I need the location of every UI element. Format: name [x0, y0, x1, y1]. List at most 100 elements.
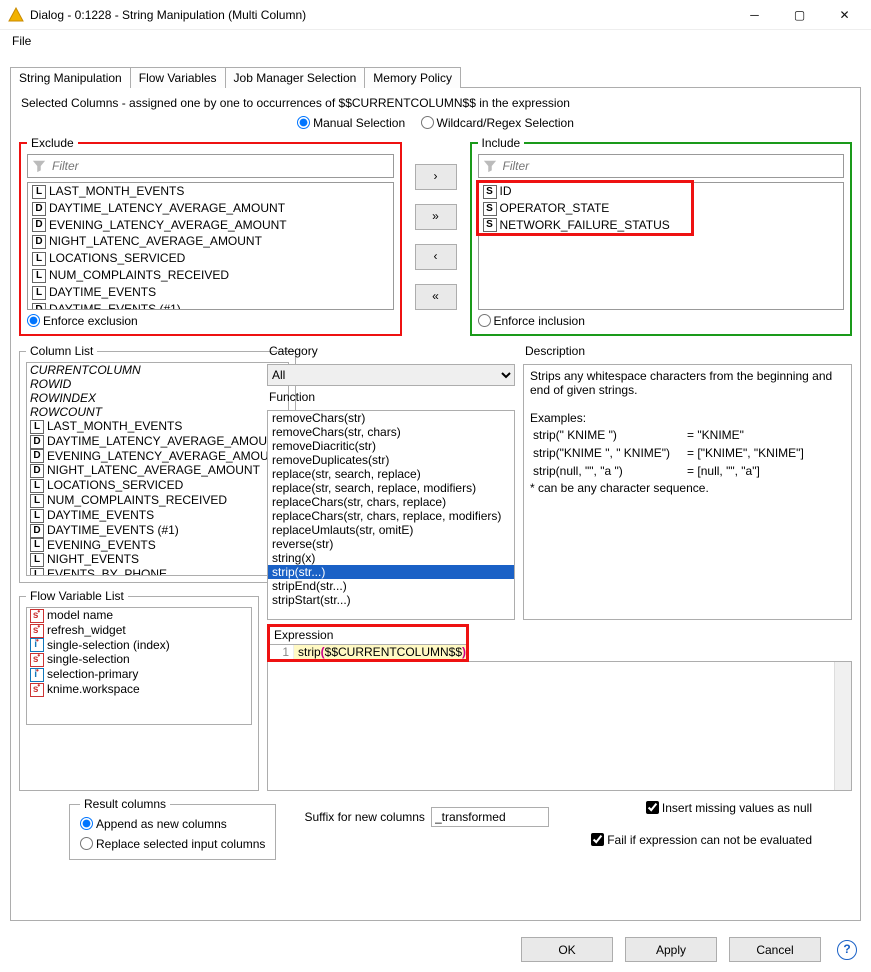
list-item[interactable]: s•model name — [27, 608, 251, 623]
tab-memory-policy[interactable]: Memory Policy — [364, 67, 461, 88]
function-item[interactable]: replaceChars(str, chars, replace, modifi… — [268, 509, 514, 523]
exclude-list[interactable]: LLAST_MONTH_EVENTSDDAYTIME_LATENCY_AVERA… — [27, 182, 394, 310]
exclude-title: Exclude — [27, 136, 78, 150]
function-item[interactable]: replaceUmlauts(str, omitE) — [268, 523, 514, 537]
expr-gutter: 1 — [270, 645, 294, 659]
filter-icon — [32, 159, 46, 173]
column-list[interactable]: CURRENTCOLUMNROWIDROWINDEXROWCOUNTLLAST_… — [26, 362, 289, 576]
function-item[interactable]: strip(str...) — [268, 565, 514, 579]
list-item[interactable]: LDAYTIME_EVENTS — [27, 508, 288, 523]
list-item[interactable]: s•knime.workspace — [27, 682, 251, 697]
list-item[interactable]: DDAYTIME_EVENTS (#1) — [28, 301, 393, 310]
desc-line: Strips any whitespace characters from th… — [530, 369, 845, 397]
list-item[interactable]: DDAYTIME_LATENCY_AVERAGE_AMOUNT — [27, 434, 288, 449]
move-right-button[interactable]: › — [415, 164, 457, 190]
list-item[interactable]: LNIGHT_EVENTS — [27, 552, 288, 567]
list-item[interactable]: LLOCATIONS_SERVICED — [28, 250, 393, 267]
function-item[interactable]: stripEnd(str...) — [268, 579, 514, 593]
list-item[interactable]: SOPERATOR_STATE — [479, 200, 844, 217]
list-item[interactable]: LLAST_MONTH_EVENTS — [27, 419, 288, 434]
list-item[interactable]: LEVENTS_BY_PHONE — [27, 567, 288, 576]
check-missing[interactable]: Insert missing values as null — [646, 801, 812, 815]
list-item[interactable]: DNIGHT_LATENC_AVERAGE_AMOUNT — [28, 233, 393, 250]
list-item[interactable]: i•selection-primary — [27, 667, 251, 682]
list-item[interactable]: s•single-selection — [27, 652, 251, 667]
list-item[interactable]: LLAST_MONTH_EVENTS — [28, 183, 393, 200]
list-item[interactable]: DEVENING_LATENCY_AVERAGE_AMOUNT — [27, 449, 288, 464]
maximize-button[interactable]: ▢ — [777, 0, 822, 29]
include-filter-input[interactable] — [501, 158, 840, 174]
tab-flow-variables[interactable]: Flow Variables — [130, 67, 226, 88]
move-all-right-button[interactable]: » — [415, 204, 457, 230]
expression-editor[interactable]: strip($$CURRENTCOLUMN$$) — [294, 645, 466, 659]
list-item[interactable]: ROWID — [27, 377, 288, 391]
result-columns-title: Result columns — [80, 797, 170, 811]
list-item[interactable]: LDAYTIME_EVENTS — [28, 284, 393, 301]
list-item[interactable]: SNETWORK_FAILURE_STATUS — [479, 217, 844, 234]
function-item[interactable]: removeDiacritic(str) — [268, 439, 514, 453]
titlebar: Dialog - 0:1228 - String Manipulation (M… — [0, 0, 871, 30]
function-item[interactable]: removeChars(str) — [268, 411, 514, 425]
function-item[interactable]: removeDuplicates(str) — [268, 453, 514, 467]
list-item[interactable]: i•single-selection (index) — [27, 638, 251, 653]
desc-note: * can be any character sequence. — [530, 481, 845, 495]
list-item[interactable]: ROWCOUNT — [27, 405, 288, 419]
check-fail[interactable]: Fail if expression can not be evaluated — [591, 833, 812, 847]
menu-file[interactable]: File — [8, 32, 35, 50]
list-item[interactable]: LLOCATIONS_SERVICED — [27, 478, 288, 493]
list-item[interactable]: DDAYTIME_LATENCY_AVERAGE_AMOUNT — [28, 200, 393, 217]
function-item[interactable]: replaceChars(str, chars, replace) — [268, 495, 514, 509]
category-title: Category — [267, 344, 515, 360]
function-title: Function — [267, 390, 515, 406]
suffix-input[interactable] — [431, 807, 549, 827]
minimize-button[interactable]: ─ — [732, 0, 777, 29]
list-item[interactable]: ROWINDEX — [27, 391, 288, 405]
radio-replace[interactable]: Replace selected input columns — [80, 837, 265, 851]
ok-button[interactable]: OK — [521, 937, 613, 962]
exclude-filter[interactable] — [27, 154, 394, 178]
desc-examples-label: Examples: — [530, 411, 845, 425]
move-all-left-button[interactable]: « — [415, 284, 457, 310]
list-item[interactable]: DNIGHT_LATENC_AVERAGE_AMOUNT — [27, 463, 288, 478]
cancel-button[interactable]: Cancel — [729, 937, 821, 962]
enforce-exclusion[interactable]: Enforce exclusion — [27, 314, 138, 328]
list-item[interactable]: LNUM_COMPLAINTS_RECEIVED — [27, 493, 288, 508]
move-left-button[interactable]: ‹ — [415, 244, 457, 270]
tab-job-manager[interactable]: Job Manager Selection — [225, 67, 366, 88]
list-item[interactable]: LNUM_COMPLAINTS_RECEIVED — [28, 267, 393, 284]
expr-scrollbar[interactable] — [834, 662, 851, 790]
list-item[interactable]: DDAYTIME_EVENTS (#1) — [27, 523, 288, 538]
description-title: Description — [523, 344, 852, 360]
category-select[interactable]: All — [267, 364, 515, 386]
expression-title: Expression — [270, 627, 466, 644]
exclude-filter-input[interactable] — [50, 158, 389, 174]
function-item[interactable]: removeChars(str, chars) — [268, 425, 514, 439]
tab-string-manipulation[interactable]: String Manipulation — [10, 67, 131, 88]
list-item[interactable]: s•refresh_widget — [27, 623, 251, 638]
list-item[interactable]: CURRENTCOLUMN — [27, 363, 288, 377]
function-item[interactable]: stripStart(str...) — [268, 593, 514, 607]
function-item[interactable]: reverse(str) — [268, 537, 514, 551]
include-filter[interactable] — [478, 154, 845, 178]
close-button[interactable]: ✕ — [822, 0, 867, 29]
flow-var-list[interactable]: s•model names•refresh_widgeti•single-sel… — [26, 607, 252, 725]
radio-append[interactable]: Append as new columns — [80, 817, 227, 831]
function-item[interactable]: replace(str, search, replace) — [268, 467, 514, 481]
help-icon[interactable]: ? — [837, 940, 857, 960]
function-list[interactable]: removeChars(str)removeChars(str, chars)r… — [267, 410, 515, 620]
include-list[interactable]: SIDSOPERATOR_STATESNETWORK_FAILURE_STATU… — [478, 182, 845, 310]
list-item[interactable]: SID — [479, 183, 844, 200]
radio-regex[interactable]: Wildcard/Regex Selection — [421, 116, 574, 130]
enforce-inclusion[interactable]: Enforce inclusion — [478, 314, 585, 328]
function-item[interactable]: replace(str, search, replace, modifiers) — [268, 481, 514, 495]
include-panel: Include SIDSOPERATOR_STATESNETWORK_FAILU… — [470, 136, 853, 336]
list-item[interactable]: LEVENING_EVENTS — [27, 538, 288, 553]
header-text: Selected Columns - assigned one by one t… — [19, 94, 852, 114]
include-title: Include — [478, 136, 525, 150]
function-item[interactable]: string(x) — [268, 551, 514, 565]
radio-manual[interactable]: Manual Selection — [297, 116, 405, 130]
list-item[interactable]: DEVENING_LATENCY_AVERAGE_AMOUNT — [28, 217, 393, 234]
apply-button[interactable]: Apply — [625, 937, 717, 962]
menubar: File — [0, 30, 871, 52]
desc-examples: strip(" KNIME ")= "KNIME" strip("KNIME "… — [530, 425, 807, 481]
